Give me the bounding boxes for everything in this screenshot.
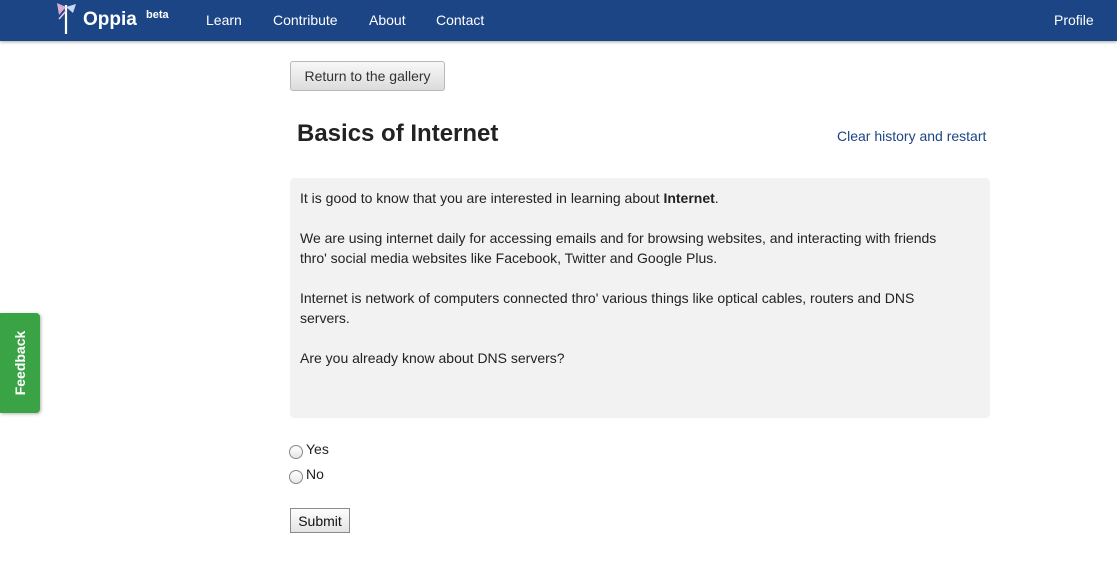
usage-paragraph: We are using internet daily for accessin… — [300, 230, 937, 266]
feedback-label: Feedback — [12, 330, 28, 396]
option-no-label[interactable]: No — [306, 466, 324, 482]
exploration-title: Basics of Internet — [297, 120, 499, 147]
option-yes-label[interactable]: Yes — [306, 441, 329, 457]
submit-button[interactable]: Submit — [290, 508, 350, 533]
oppia-logo-icon[interactable] — [54, 1, 80, 35]
intro-end: . — [714, 190, 719, 206]
question-paragraph: Are you already know about DNS servers? — [300, 350, 565, 366]
content-panel: It is good to know that you are interest… — [290, 178, 990, 418]
nav-contribute[interactable]: Contribute — [273, 12, 338, 28]
feedback-tab[interactable]: Feedback — [0, 313, 40, 413]
intro-paragraph: It is good to know that you are interest… — [300, 188, 960, 208]
return-to-gallery-button[interactable]: Return to the gallery — [290, 61, 445, 91]
radio-no[interactable] — [289, 470, 303, 484]
top-navbar: Oppia beta Learn Contribute About Contac… — [0, 0, 1117, 41]
brand-link[interactable]: Oppia — [83, 9, 137, 31]
nav-contact[interactable]: Contact — [436, 12, 484, 28]
beta-badge: beta — [146, 9, 169, 21]
clear-history-link[interactable]: Clear history and restart — [837, 128, 986, 144]
radio-yes[interactable] — [289, 445, 303, 459]
network-paragraph: Internet is network of computers connect… — [300, 290, 915, 326]
nav-about[interactable]: About — [369, 12, 406, 28]
intro-text: It is good to know that you are interest… — [300, 190, 664, 206]
nav-profile[interactable]: Profile — [1054, 12, 1094, 28]
nav-learn[interactable]: Learn — [206, 12, 242, 28]
intro-bold-term: Internet — [663, 190, 715, 206]
